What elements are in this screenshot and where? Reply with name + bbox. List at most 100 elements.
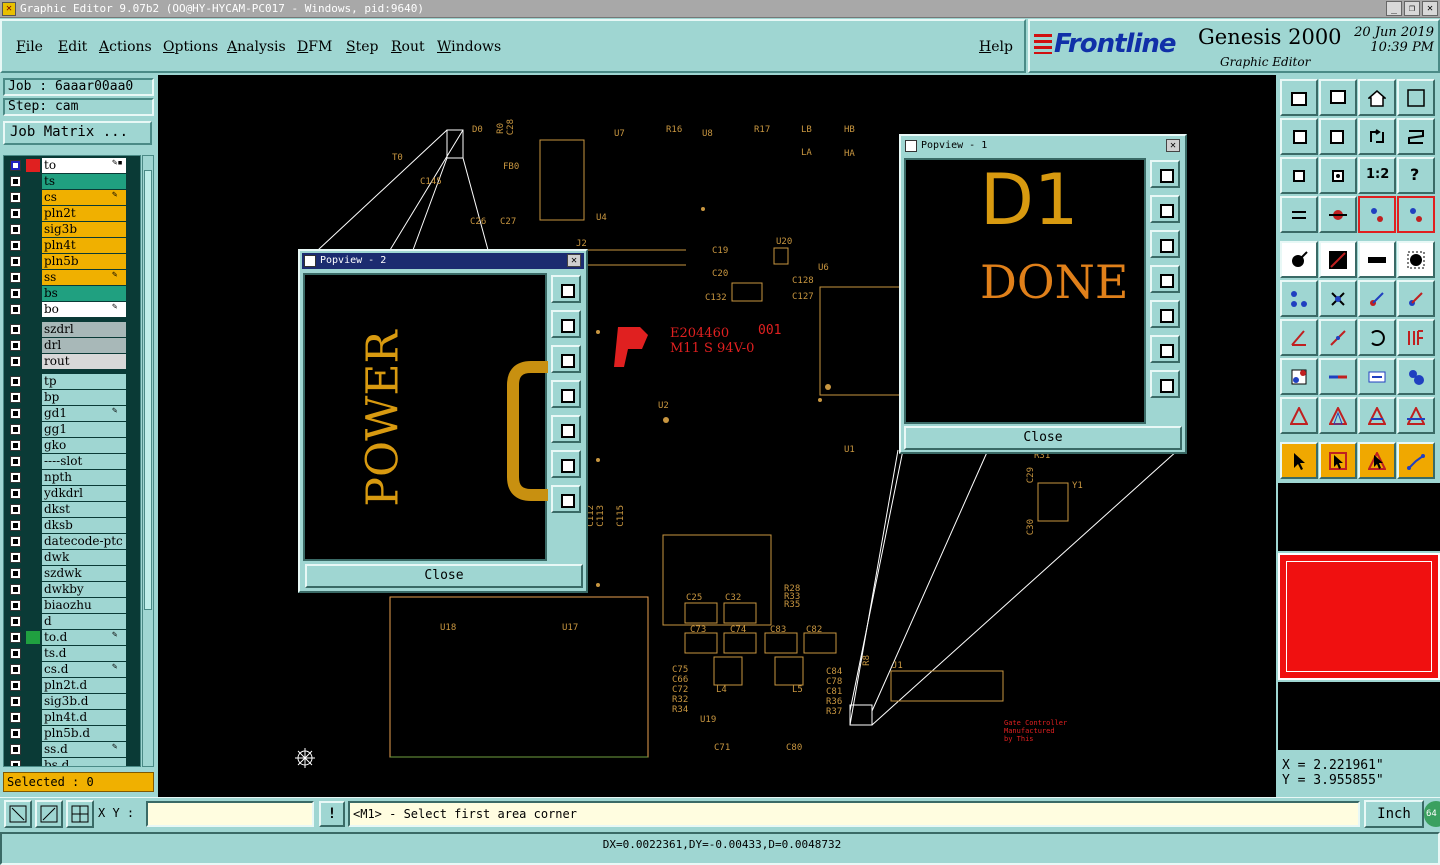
layer-row[interactable]: dwk [4, 550, 140, 565]
pan-right-icon[interactable] [1319, 118, 1357, 155]
layer-name[interactable]: szdwk [42, 566, 126, 581]
menu-actions[interactable]: Actions [99, 39, 152, 55]
layer-affected-checkbox[interactable] [10, 176, 21, 187]
layer-display-swatch[interactable] [26, 503, 40, 516]
layer-name[interactable]: bp [42, 390, 126, 405]
layer-affected-checkbox[interactable] [10, 584, 21, 595]
layer-display-swatch[interactable] [26, 375, 40, 388]
layer-display-swatch[interactable] [26, 711, 40, 724]
scrollbar-thumb[interactable] [144, 170, 152, 610]
overview-map[interactable] [1278, 553, 1440, 680]
layer-row[interactable]: pln4t.d [4, 710, 140, 725]
menu-analysis[interactable]: Analysis [227, 39, 286, 55]
layer-row[interactable]: bs [4, 286, 140, 301]
overview-viewport[interactable] [1286, 561, 1432, 672]
popview-1-close-button[interactable]: Close [904, 426, 1182, 450]
layer-affected-checkbox[interactable] [10, 616, 21, 627]
layer-row[interactable]: szdrl [4, 322, 140, 337]
zoom-home-button[interactable] [1280, 79, 1318, 116]
group-icon[interactable] [1397, 358, 1435, 395]
layer-display-swatch[interactable] [26, 631, 40, 644]
layer-row[interactable]: biaozhu [4, 598, 140, 613]
xy-input[interactable] [146, 801, 314, 827]
add-line-icon[interactable] [1319, 241, 1357, 278]
layer-display-swatch[interactable] [26, 519, 40, 532]
measure-icon[interactable] [1280, 196, 1318, 233]
select-polygon-icon[interactable] [1358, 442, 1396, 479]
layer-row[interactable]: ss.d ✎ [4, 742, 140, 757]
layer-row[interactable]: szdwk [4, 566, 140, 581]
layer-display-swatch[interactable] [26, 423, 40, 436]
layer-affected-checkbox[interactable] [10, 440, 21, 451]
layer-row[interactable]: gg1 [4, 422, 140, 437]
pan-down-button[interactable] [551, 345, 581, 373]
layer-affected-checkbox[interactable] [10, 536, 21, 547]
layer-name[interactable]: pln4t [42, 238, 126, 253]
layer-display-swatch[interactable] [26, 551, 40, 564]
move-icon[interactable] [1280, 280, 1318, 317]
layer-affected-checkbox[interactable] [10, 744, 21, 755]
layer-name[interactable]: biaozhu [42, 598, 126, 613]
tri-a-icon[interactable] [1280, 397, 1318, 434]
layer-affected-checkbox[interactable] [10, 272, 21, 283]
pan-down-button[interactable] [1150, 230, 1180, 258]
layer-affected-checkbox[interactable] [10, 324, 21, 335]
layer-display-swatch[interactable] [26, 743, 40, 756]
layer-row[interactable]: drl [4, 338, 140, 353]
menu-edit[interactable]: Edit [58, 39, 87, 55]
resize-icon[interactable] [1358, 358, 1396, 395]
layer-affected-checkbox[interactable] [10, 568, 21, 579]
pad-snap-icon[interactable] [1280, 358, 1318, 395]
layer-affected-checkbox[interactable] [10, 424, 21, 435]
layer-name[interactable]: sig3b [42, 222, 126, 237]
pan-up-button[interactable] [1150, 195, 1180, 223]
layer-name[interactable]: npth [42, 470, 126, 485]
layer-row[interactable]: rout [4, 354, 140, 369]
zoom-fit-button[interactable] [1150, 160, 1180, 188]
layer-affected-checkbox[interactable] [10, 340, 21, 351]
layer-affected-checkbox[interactable] [10, 728, 21, 739]
layer-row[interactable]: ts [4, 174, 140, 189]
layer-name[interactable]: rout [42, 354, 126, 369]
zoom-window-button[interactable] [1397, 79, 1435, 116]
menu-rout[interactable]: Rout [391, 39, 425, 55]
slope-icon[interactable] [1319, 319, 1357, 356]
layer-row[interactable]: cs ✎ [4, 190, 140, 205]
layer-row[interactable]: d [4, 614, 140, 629]
layer-display-swatch[interactable] [26, 239, 40, 252]
arc-icon[interactable] [1358, 319, 1396, 356]
tri-d-icon[interactable] [1397, 397, 1435, 434]
layer-name[interactable]: ydkdrl [42, 486, 126, 501]
layer-affected-checkbox[interactable] [10, 472, 21, 483]
layer-display-swatch[interactable] [26, 535, 40, 548]
home-icon[interactable] [1358, 79, 1396, 116]
layer-display-swatch[interactable] [26, 271, 40, 284]
layer-row[interactable]: pln2t.d [4, 678, 140, 693]
select-box-icon[interactable] [1319, 442, 1357, 479]
layer-name[interactable]: tp [42, 374, 126, 389]
copy-icon[interactable] [1358, 280, 1396, 317]
layer-row[interactable]: bo ✎ [4, 302, 140, 317]
layer-row[interactable]: datecode-ptc [4, 534, 140, 549]
layer-display-swatch[interactable] [26, 599, 40, 612]
layer-display-swatch[interactable] [26, 287, 40, 300]
layer-row[interactable]: tp [4, 374, 140, 389]
layer-row[interactable]: bp [4, 390, 140, 405]
select-pointer-icon[interactable] [1280, 442, 1318, 479]
layer-affected-checkbox[interactable] [10, 208, 21, 219]
layer-display-swatch[interactable] [26, 487, 40, 500]
layer-name[interactable]: dwk [42, 550, 126, 565]
tri-c-icon[interactable] [1358, 397, 1396, 434]
layer-affected-checkbox[interactable] [10, 256, 21, 267]
popview-2-titlebar[interactable]: Popview - 2 ✕ [302, 253, 584, 269]
layer-affected-checkbox[interactable] [10, 304, 21, 315]
layer-display-swatch[interactable] [26, 355, 40, 368]
snap-icon[interactable] [1319, 196, 1357, 233]
layer-display-swatch[interactable] [26, 175, 40, 188]
delete-icon[interactable] [1319, 280, 1357, 317]
popview-2-close-button[interactable]: Close [305, 564, 583, 588]
layer-display-swatch[interactable] [26, 759, 40, 766]
layer-name[interactable]: ts [42, 174, 126, 189]
window-menu-icon[interactable] [304, 255, 316, 267]
zoom-fit-button[interactable] [551, 275, 581, 303]
